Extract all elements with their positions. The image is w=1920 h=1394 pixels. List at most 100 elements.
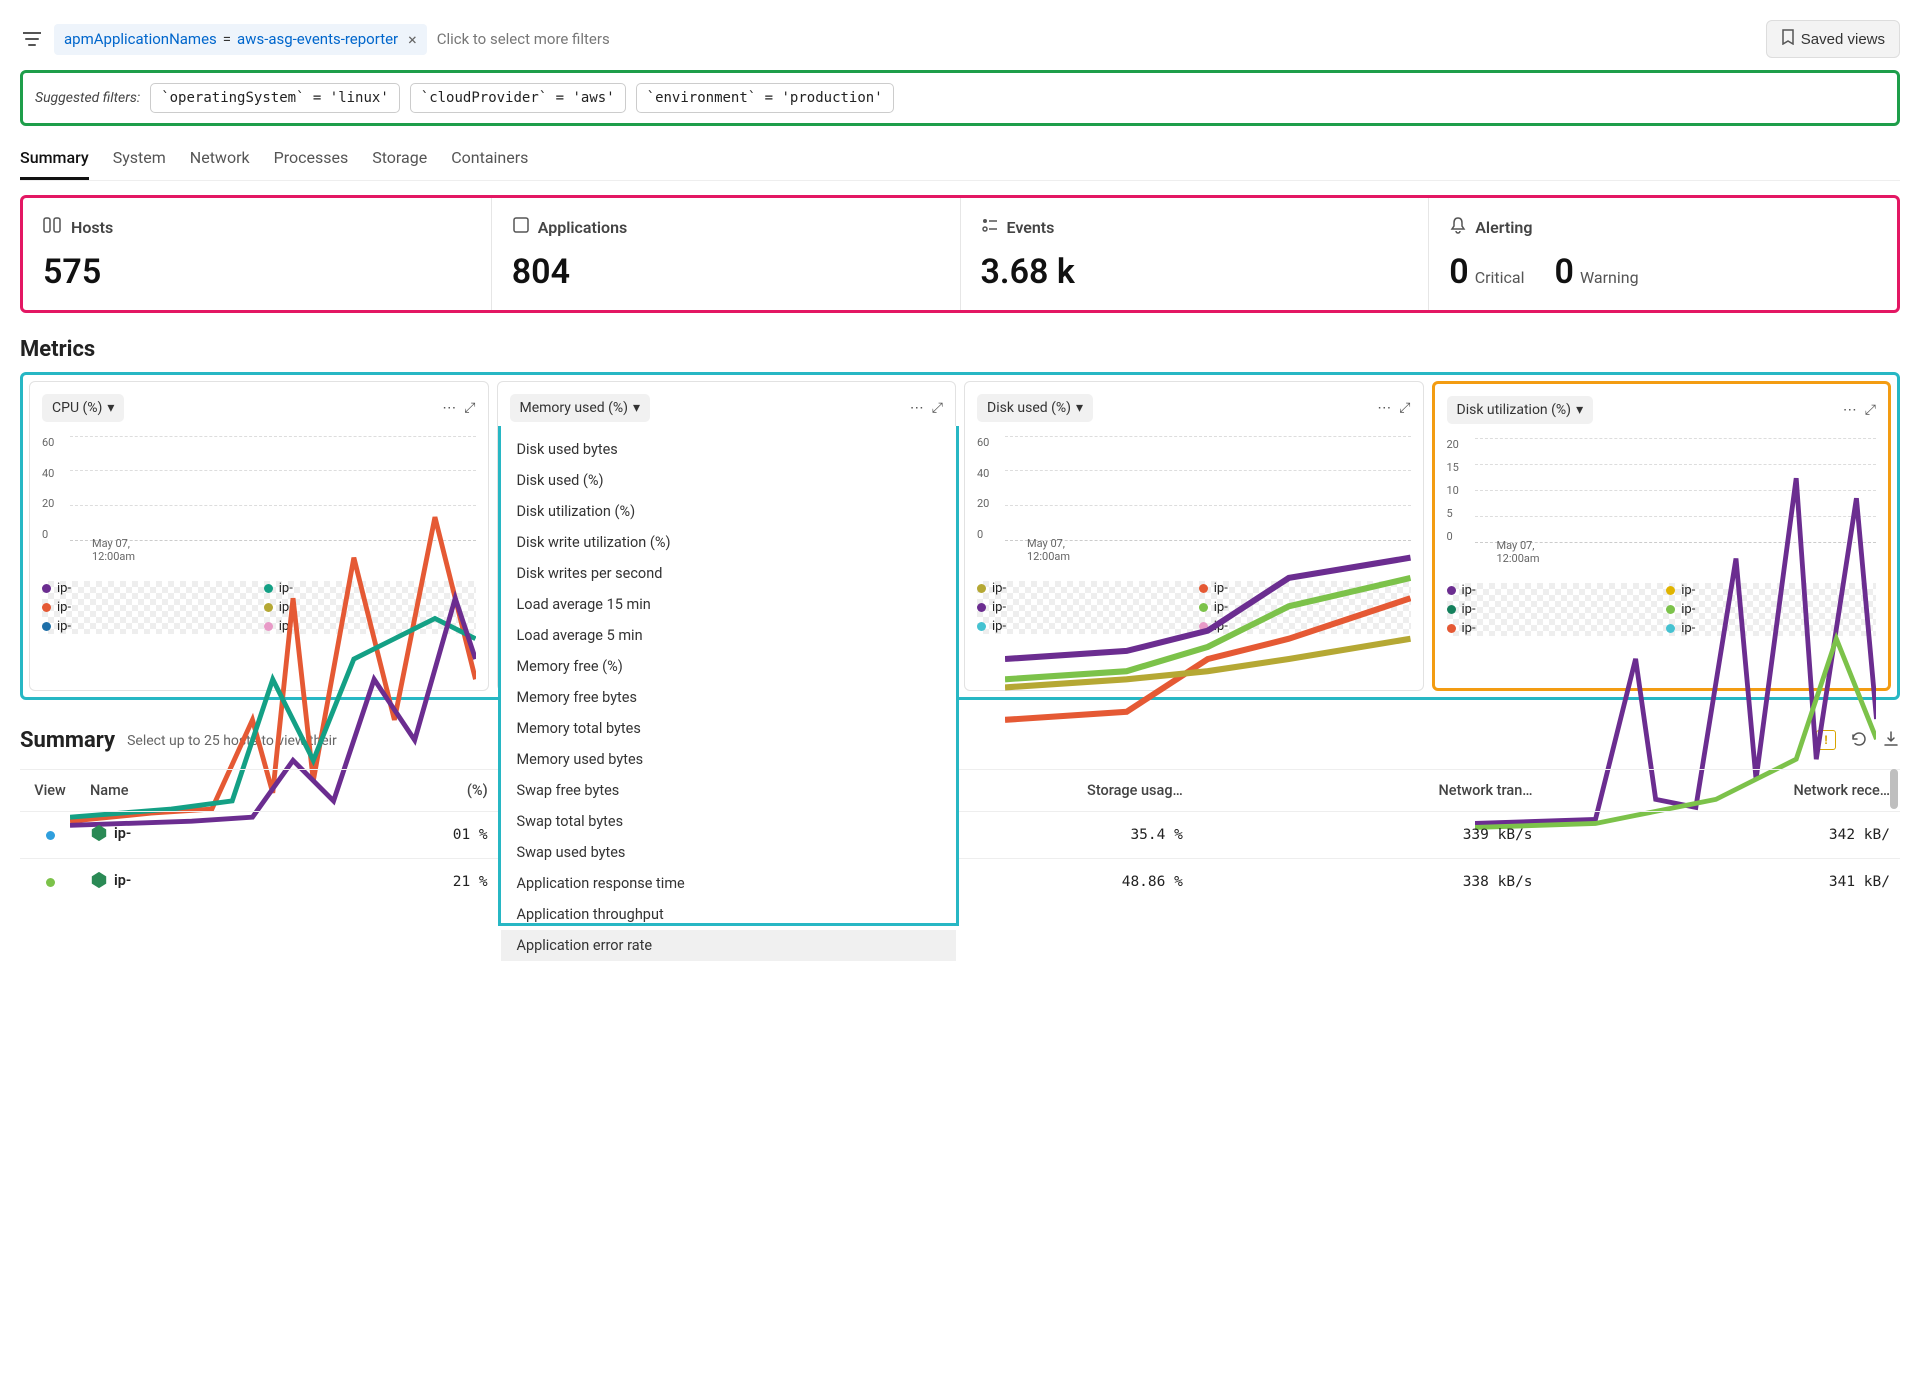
- tab-processes[interactable]: Processes: [274, 142, 349, 180]
- bookmark-icon: [1781, 29, 1795, 49]
- scrollbar[interactable]: [1890, 769, 1898, 809]
- table-row[interactable]: ip-21 %27.56 %48.86 %338 kB/s341 kB/: [20, 859, 1900, 906]
- dropdown-item[interactable]: Disk used bytes: [501, 434, 957, 465]
- saved-views-button[interactable]: Saved views: [1766, 20, 1900, 58]
- filter-op: =: [223, 30, 231, 48]
- filter-chip[interactable]: apmApplicationNames = aws-asg-events-rep…: [54, 24, 427, 55]
- legend-dot-icon: [264, 603, 273, 612]
- dropdown-item[interactable]: Memory free bytes: [501, 682, 957, 713]
- dropdown-item[interactable]: Disk writes per second: [501, 558, 957, 589]
- legend-item[interactable]: ip-: [977, 581, 1189, 596]
- y-tick: 20: [1447, 438, 1469, 451]
- cell-nrx: 341 kB/: [1543, 859, 1900, 906]
- tab-storage[interactable]: Storage: [372, 142, 427, 180]
- legend-item[interactable]: ip-: [1666, 621, 1876, 636]
- legend-item[interactable]: ip-: [977, 600, 1189, 615]
- more-icon[interactable]: ⋯: [442, 400, 456, 416]
- legend-item[interactable]: ip-: [264, 619, 476, 634]
- legend-item[interactable]: ip-: [1447, 621, 1657, 636]
- col-view[interactable]: View: [20, 770, 80, 812]
- legend-item[interactable]: ip-: [1666, 602, 1876, 617]
- dropdown-item[interactable]: Swap used bytes: [501, 837, 957, 868]
- more-icon[interactable]: ⋯: [1377, 400, 1391, 416]
- x-timestamp: May 07, 12:00am: [92, 537, 135, 563]
- legend-item[interactable]: ip-: [42, 619, 254, 634]
- dropdown-item[interactable]: Load average 5 min: [501, 620, 957, 651]
- stat-card-events: Events 3.68 k: [961, 198, 1430, 310]
- legend-dot-icon: [1447, 624, 1456, 633]
- legend-item[interactable]: ip-: [1199, 581, 1411, 596]
- more-icon[interactable]: ⋯: [1843, 402, 1857, 418]
- filter-more-placeholder[interactable]: Click to select more filters: [437, 30, 610, 48]
- refresh-icon[interactable]: [1850, 730, 1868, 752]
- close-icon[interactable]: ×: [404, 30, 417, 49]
- col-name[interactable]: Name: [80, 770, 268, 812]
- filter-icon[interactable]: [20, 27, 44, 51]
- col-blank: [268, 770, 329, 812]
- legend-dot-icon: [1447, 605, 1456, 614]
- metric-selector[interactable]: CPU (%) ▾: [42, 394, 124, 422]
- expand-icon[interactable]: ⤢: [1399, 400, 1410, 416]
- stat-label: Alerting: [1475, 218, 1532, 237]
- legend-dot-icon: [977, 603, 986, 612]
- legend-item[interactable]: ip-: [1447, 583, 1657, 598]
- y-tick: 20: [42, 497, 64, 510]
- col-ntx[interactable]: Network tran…: [1193, 770, 1543, 812]
- row-dot-icon: [46, 831, 55, 840]
- legend-text: ip-: [57, 600, 71, 615]
- dropdown-item[interactable]: Application error rate: [501, 930, 957, 961]
- dropdown-item[interactable]: Disk used (%): [501, 465, 957, 496]
- dropdown-item[interactable]: Memory used bytes: [501, 744, 957, 775]
- stat-label: Applications: [538, 218, 627, 237]
- legend-text: ip-: [57, 581, 71, 596]
- legend-item[interactable]: ip-: [264, 600, 476, 615]
- dropdown-item[interactable]: Disk utilization (%): [501, 496, 957, 527]
- dropdown-item[interactable]: Memory free (%): [501, 651, 957, 682]
- metric-selector[interactable]: Disk used (%) ▾: [977, 394, 1093, 422]
- suggested-pill[interactable]: `environment` = 'production': [636, 83, 894, 113]
- stat-card-hosts: Hosts 575: [23, 198, 492, 310]
- expand-icon[interactable]: ⤢: [464, 400, 475, 416]
- legend-item[interactable]: ip-: [1666, 583, 1876, 598]
- warning-icon[interactable]: !: [1816, 730, 1836, 750]
- cell-nrx: 342 kB/: [1543, 812, 1900, 859]
- dropdown-item[interactable]: Swap total bytes: [501, 806, 957, 837]
- expand-icon[interactable]: ⤢: [1865, 402, 1876, 418]
- tab-summary[interactable]: Summary: [20, 142, 89, 180]
- legend-item[interactable]: ip-: [264, 581, 476, 596]
- metric-selector[interactable]: Disk utilization (%) ▾: [1447, 396, 1594, 424]
- suggested-pill[interactable]: `operatingSystem` = 'linux': [150, 83, 400, 113]
- filter-bar: apmApplicationNames = aws-asg-events-rep…: [20, 20, 1900, 58]
- col-cpu[interactable]: (%): [329, 770, 497, 812]
- legend-item[interactable]: ip-: [1447, 602, 1657, 617]
- tab-system[interactable]: System: [113, 142, 166, 180]
- dropdown-item[interactable]: Memory total bytes: [501, 713, 957, 744]
- dropdown-item[interactable]: Application throughput: [501, 899, 957, 930]
- dropdown-item[interactable]: Disk write utilization (%): [501, 527, 957, 558]
- table-row[interactable]: ip-01 %15 %35.4 %339 kB/s342 kB/: [20, 812, 1900, 859]
- download-icon[interactable]: [1882, 730, 1900, 752]
- legend-item[interactable]: ip-: [1199, 600, 1411, 615]
- col-nrx[interactable]: Network rece…: [1543, 770, 1900, 812]
- legend-item[interactable]: ip-: [42, 581, 254, 596]
- y-tick: 5: [1447, 507, 1469, 520]
- expand-icon[interactable]: ⤢: [932, 400, 943, 416]
- legend-item[interactable]: ip-: [42, 600, 254, 615]
- dropdown-item[interactable]: Load average 15 min: [501, 589, 957, 620]
- metric-selector[interactable]: Memory used (%) ▾: [510, 394, 651, 422]
- legend-text: ip-: [279, 619, 293, 634]
- legend-dot-icon: [1199, 622, 1208, 631]
- y-tick: 60: [977, 436, 999, 449]
- dropdown-item[interactable]: Swap free bytes: [501, 775, 957, 806]
- stat-value: 575: [43, 252, 471, 292]
- tab-containers[interactable]: Containers: [451, 142, 528, 180]
- tab-network[interactable]: Network: [190, 142, 250, 180]
- hosts-icon: [43, 216, 63, 238]
- suggested-pill[interactable]: `cloudProvider` = 'aws': [410, 83, 626, 113]
- dropdown-item[interactable]: Application response time: [501, 868, 957, 899]
- more-icon[interactable]: ⋯: [910, 400, 924, 416]
- metric-card-cpu: CPU (%) ▾ ⋯ ⤢ 6040200 May 07, 12:00am ip…: [29, 381, 489, 691]
- legend-dot-icon: [264, 622, 273, 631]
- legend-item[interactable]: ip-: [1199, 619, 1411, 634]
- legend-item[interactable]: ip-: [977, 619, 1189, 634]
